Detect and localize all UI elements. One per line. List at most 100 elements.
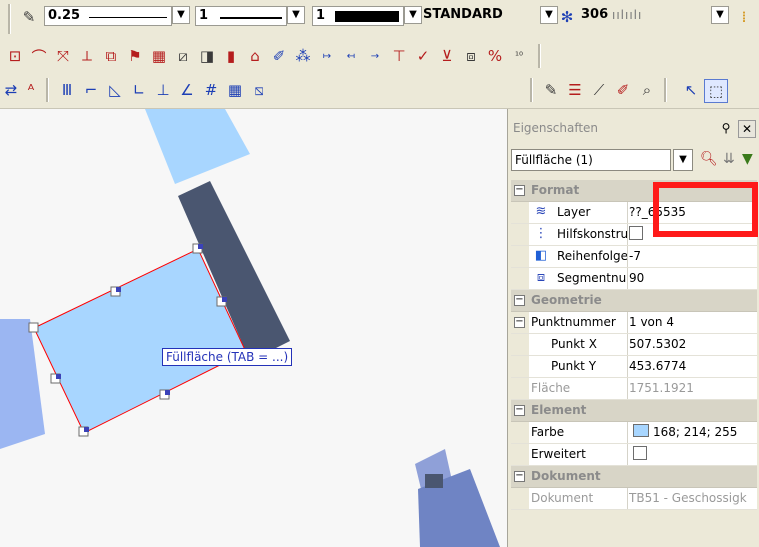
- property-value[interactable]: ??_65535: [629, 202, 757, 223]
- property-label: Fläche: [531, 381, 571, 395]
- property-row-helper[interactable]: ⋮ Hilfskonstru: [511, 224, 757, 246]
- property-value[interactable]: -7: [629, 246, 757, 267]
- angle-icon[interactable]: ∟: [128, 79, 150, 101]
- collapse-icon[interactable]: −: [514, 185, 525, 196]
- pattern-icon[interactable]: ⁂: [292, 45, 314, 67]
- layers-icon[interactable]: ⟋: [588, 79, 610, 101]
- color-combo[interactable]: 1: [312, 6, 404, 26]
- property-label: Punkt Y: [551, 359, 597, 373]
- counter-icon[interactable]: ⧈: [460, 45, 482, 67]
- select-frame-icon[interactable]: ⬚: [704, 79, 728, 103]
- text-a-icon[interactable]: ᴬ: [20, 79, 42, 101]
- property-value[interactable]: 168; 214; 255: [629, 422, 757, 443]
- helper-checkbox[interactable]: [629, 226, 643, 240]
- property-row-erweitert[interactable]: Erweitert: [511, 444, 757, 466]
- property-value[interactable]: 507.5302: [629, 334, 757, 355]
- number-icon[interactable]: →: [364, 45, 386, 67]
- fill-shape-background[interactable]: [145, 109, 250, 184]
- frame-icon[interactable]: ⧄: [172, 45, 194, 67]
- corner-icon[interactable]: ⌐: [80, 79, 102, 101]
- text-style-value: STANDARD: [423, 7, 503, 22]
- brush-icon[interactable]: ✐: [612, 79, 634, 101]
- stamp-x-icon[interactable]: ⊻: [436, 45, 458, 67]
- close-icon[interactable]: ✕: [738, 120, 756, 138]
- property-value[interactable]: 1 von 4: [629, 312, 757, 333]
- percent-icon[interactable]: %: [484, 45, 506, 67]
- fill-icon[interactable]: ◨: [196, 45, 218, 67]
- pattern-icon[interactable]: ✻: [556, 6, 578, 28]
- grid-hash-icon[interactable]: #: [200, 79, 222, 101]
- line-width-combo[interactable]: 0.25: [44, 6, 172, 26]
- property-row-punkt-y[interactable]: Punkt Y 453.6774: [511, 356, 757, 378]
- property-row-segment[interactable]: ⧈ Segmentnur 90: [511, 268, 757, 290]
- collapse-icon[interactable]: −: [514, 295, 525, 306]
- pen-icon[interactable]: ✎: [540, 79, 562, 101]
- matrix-icon[interactable]: ▦: [224, 79, 246, 101]
- measure-icon[interactable]: ⟂: [76, 45, 98, 67]
- text-style-combo[interactable]: STANDARD: [420, 6, 536, 26]
- toolbar-separator: [664, 78, 667, 102]
- tangent-icon[interactable]: ∠: [176, 79, 198, 101]
- property-row-farbe[interactable]: Farbe 168; 214; 255: [511, 422, 757, 444]
- selection-dropdown[interactable]: ▼: [673, 149, 693, 171]
- line-type-dropdown[interactable]: ▼: [287, 6, 305, 24]
- fill-shape-left[interactable]: [0, 319, 45, 449]
- category-dokument[interactable]: − Dokument: [511, 466, 757, 488]
- text-edit-icon[interactable]: ✐: [268, 45, 290, 67]
- pattern-combo[interactable]: 306 ıılıılı: [578, 6, 678, 26]
- pattern-dropdown[interactable]: ▼: [711, 6, 729, 24]
- align-icon[interactable]: ⊤: [388, 45, 410, 67]
- pin-icon[interactable]: ⚲: [718, 120, 734, 136]
- triangle-icon[interactable]: ◺: [104, 79, 126, 101]
- stamp-icon[interactable]: ⌂: [244, 45, 266, 67]
- overflow-icon[interactable]: ⁞: [733, 6, 755, 28]
- category-geometrie[interactable]: − Geometrie: [511, 290, 757, 312]
- property-row-punkt-x[interactable]: Punkt X 507.5302: [511, 334, 757, 356]
- collapse-icon[interactable]: −: [514, 405, 525, 416]
- select-arrow-icon[interactable]: ↖: [680, 79, 702, 101]
- sup-icon[interactable]: ¹⁰: [508, 45, 530, 67]
- rect-tool-icon[interactable]: ⊡: [4, 45, 26, 67]
- small-dark-shape[interactable]: [425, 474, 443, 488]
- property-value[interactable]: 453.6774: [629, 356, 757, 377]
- arrow-right-icon[interactable]: ↦: [316, 45, 338, 67]
- perpendicular-icon[interactable]: ⊥: [152, 79, 174, 101]
- quick-select-icon[interactable]: 🔍︎: [700, 151, 718, 167]
- property-value[interactable]: [629, 224, 757, 245]
- collapse-icon[interactable]: −: [514, 471, 525, 482]
- property-value[interactable]: 90: [629, 268, 757, 289]
- collapse-icon[interactable]: −: [514, 317, 525, 328]
- dimension-icon[interactable]: ⤧: [52, 45, 74, 67]
- ratio-icon[interactable]: ⧅: [248, 79, 270, 101]
- filter-icon[interactable]: ▼: [742, 151, 753, 167]
- line-width-dropdown[interactable]: ▼: [172, 6, 190, 24]
- extended-checkbox[interactable]: [633, 446, 647, 460]
- selection-combo[interactable]: Füllfläche (1): [511, 149, 671, 171]
- drawing-canvas[interactable]: Füllfläche (TAB = ...): [0, 109, 507, 547]
- magnify-icon[interactable]: ⌕: [636, 79, 658, 101]
- property-row-order[interactable]: ◧ Reihenfolge -7: [511, 246, 757, 268]
- hatch-icon[interactable]: Ⅲ: [56, 79, 78, 101]
- arc-tool-icon[interactable]: ⌒: [28, 45, 50, 67]
- toolbar-separator: [8, 4, 11, 34]
- grip-handle[interactable]: [28, 322, 39, 333]
- tick-icon[interactable]: ✓: [412, 45, 434, 67]
- line-type-combo[interactable]: 1: [195, 6, 287, 26]
- property-label: Farbe: [531, 425, 565, 439]
- property-row-punktnummer[interactable]: − Punktnummer 1 von 4: [511, 312, 757, 334]
- layer-icon[interactable]: ⧉: [100, 45, 122, 67]
- list-icon[interactable]: ☰: [564, 79, 586, 101]
- category-format[interactable]: − Format: [511, 180, 757, 202]
- property-value[interactable]: [629, 444, 757, 465]
- category-element[interactable]: − Element: [511, 400, 757, 422]
- pen-width-icon[interactable]: ✎: [18, 6, 40, 28]
- drawing-svg: [0, 109, 500, 547]
- property-row-layer[interactable]: ≋ Layer ??_65535: [511, 202, 757, 224]
- sort-icon[interactable]: ⇊: [723, 151, 735, 167]
- palette-icon[interactable]: ▮: [220, 45, 242, 67]
- arrow-cross-icon[interactable]: ↤: [340, 45, 362, 67]
- snap-icon[interactable]: ⇄: [0, 79, 22, 101]
- flag-icon[interactable]: ⚑: [124, 45, 146, 67]
- property-grid: − Format ≋ Layer ??_65535 ⋮ Hilfskonstru ◧…: [511, 180, 757, 510]
- grid-icon[interactable]: ▦: [148, 45, 170, 67]
